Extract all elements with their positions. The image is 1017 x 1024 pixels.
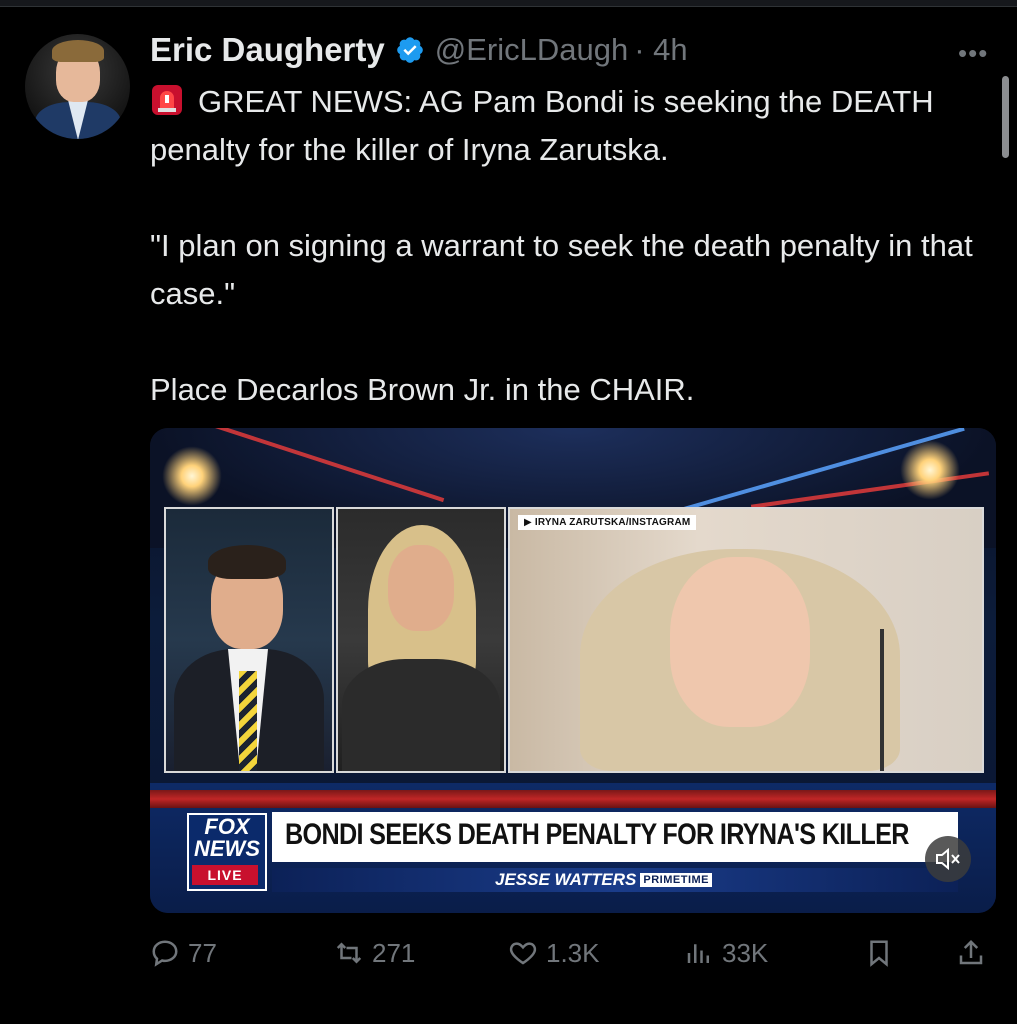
- show-title: JESSE WATTERS: [495, 870, 637, 889]
- host-tie: [239, 671, 257, 771]
- light-flare: [900, 440, 960, 500]
- reply-count: 77: [188, 937, 217, 968]
- share-button[interactable]: [956, 928, 986, 978]
- tweet-header: Eric Daugherty @EricLDaugh · 4h: [150, 30, 688, 70]
- logo-live-badge: LIVE: [192, 865, 258, 885]
- view-count: 33K: [722, 937, 769, 968]
- views-button[interactable]: 33K: [684, 928, 768, 978]
- bookmark-button[interactable]: [864, 928, 894, 978]
- scrollbar[interactable]: [1002, 76, 1009, 158]
- tweet-paragraph-3: Place Decarlos Brown Jr. in the CHAIR.: [150, 372, 695, 407]
- lower-third-red-strip: [150, 790, 996, 808]
- photo-credit: ▶ IRYNA ZARUTSKA/INSTAGRAM: [518, 515, 697, 530]
- reply-button[interactable]: 77: [150, 928, 217, 978]
- tweet-paragraph-2: "I plan on signing a warrant to seek the…: [150, 228, 973, 311]
- video-player[interactable]: ▶ IRYNA ZARUTSKA/INSTAGRAM FOX NEWS LIVE…: [150, 428, 996, 913]
- tweet-actions: 77 271 1.3K 33K: [0, 928, 1017, 978]
- repost-button[interactable]: 271: [334, 928, 415, 978]
- guest-body: [342, 659, 500, 771]
- victim-photo-panel: [508, 507, 984, 773]
- share-icon: [959, 939, 983, 965]
- host-panel: [164, 507, 334, 773]
- analytics-icon: [687, 944, 709, 963]
- show-name: JESSE WATTERS PRIMETIME: [495, 870, 713, 890]
- tweet-time[interactable]: · 4h: [634, 32, 687, 68]
- host-hair: [208, 545, 286, 579]
- guest-panel: [336, 507, 506, 773]
- siren-emoji-icon: [152, 85, 182, 115]
- top-divider: [0, 0, 1017, 7]
- avatar-hair: [52, 40, 104, 62]
- show-tag: PRIMETIME: [640, 873, 713, 887]
- tweet-text: GREAT NEWS: AG Pam Bondi is seeking the …: [150, 78, 1000, 414]
- photo-background-stand: [880, 629, 884, 771]
- like-count: 1.3K: [546, 937, 600, 968]
- chyron-headline: BONDI SEEKS DEATH PENALTY FOR IRYNA'S KI…: [285, 818, 909, 851]
- tweet-line-1: GREAT NEWS: AG Pam Bondi is seeking the …: [150, 84, 934, 167]
- heart-icon: [509, 942, 537, 965]
- tweet-paragraph-1: GREAT NEWS: AG Pam Bondi is seeking the …: [150, 78, 1000, 174]
- photo-face: [670, 557, 810, 727]
- verified-badge-icon: [396, 37, 423, 63]
- repost-count: 271: [372, 937, 416, 968]
- author-handle[interactable]: @EricLDaugh: [435, 32, 628, 68]
- volume-muted-icon: [936, 847, 960, 871]
- reply-icon: [152, 940, 178, 967]
- bookmark-icon: [870, 940, 888, 967]
- like-button[interactable]: 1.3K: [508, 928, 600, 978]
- logo-news-text: NEWS: [194, 836, 260, 861]
- guest-head: [388, 545, 454, 631]
- fox-news-logo: FOX NEWS LIVE: [187, 813, 267, 891]
- avatar[interactable]: [25, 34, 130, 139]
- author-name[interactable]: Eric Daugherty: [150, 31, 385, 69]
- mute-button[interactable]: [925, 836, 971, 882]
- repost-icon: [336, 942, 362, 964]
- more-options-icon[interactable]: •••: [958, 38, 988, 69]
- light-flare: [162, 446, 222, 506]
